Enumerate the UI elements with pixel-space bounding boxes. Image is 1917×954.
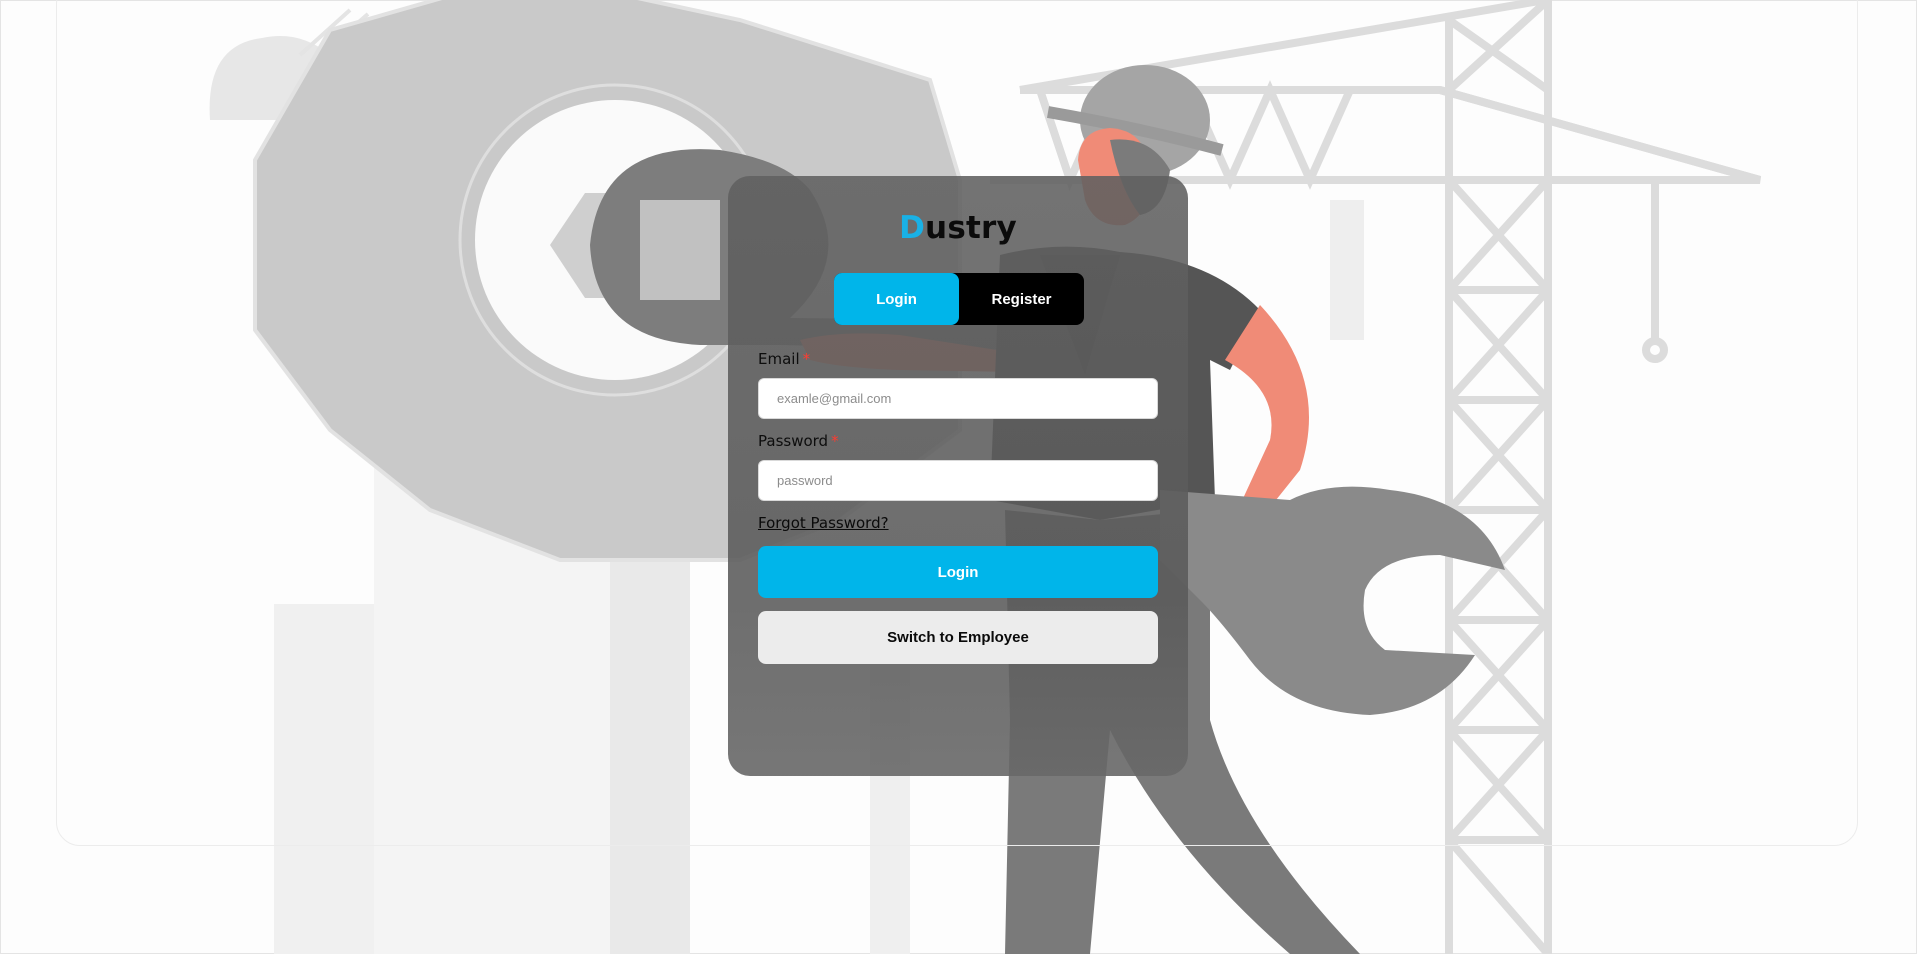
- password-label-text: Password: [758, 432, 829, 450]
- login-page: Dustry Login Register Email* Password* F…: [0, 0, 1917, 954]
- forgot-password-link[interactable]: Forgot Password?: [758, 514, 889, 532]
- email-required-mark: *: [802, 350, 811, 368]
- email-label-text: Email: [758, 350, 800, 368]
- password-field[interactable]: [758, 460, 1158, 501]
- login-submit-button[interactable]: Login: [758, 546, 1158, 598]
- tab-register[interactable]: Register: [959, 273, 1084, 325]
- password-required-mark: *: [831, 432, 839, 450]
- password-label: Password *: [758, 432, 839, 450]
- auth-mode-toggle: Login Register: [834, 273, 1084, 325]
- brand-accent-letter: D: [899, 210, 926, 246]
- email-field[interactable]: [758, 378, 1158, 419]
- brand-logo: Dustry: [728, 210, 1188, 246]
- switch-to-employee-button[interactable]: Switch to Employee: [758, 611, 1158, 664]
- email-label: Email *: [758, 350, 810, 368]
- login-card: Dustry Login Register Email* Password* F…: [728, 176, 1188, 776]
- tab-login[interactable]: Login: [834, 273, 959, 325]
- brand-name-rest: ustry: [925, 210, 1017, 246]
